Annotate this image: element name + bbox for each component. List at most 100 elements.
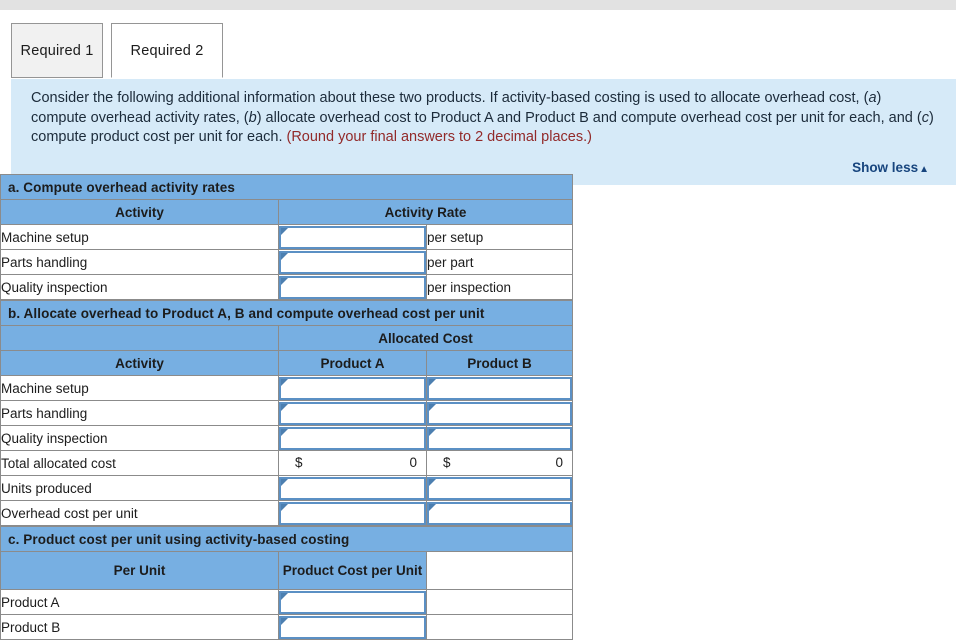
section-a-row-0-label: Machine setup bbox=[0, 224, 279, 250]
parts-handling-product-a-input[interactable] bbox=[279, 401, 426, 425]
section-b-row-1-b-cell bbox=[425, 400, 574, 426]
section-b-total-a-cell: $ 0 bbox=[278, 450, 427, 476]
table-row: Quality inspection bbox=[0, 425, 574, 451]
currency-symbol: $ bbox=[443, 454, 451, 470]
answer-sheet: a. Compute overhead activity rates Activ… bbox=[0, 174, 574, 640]
section-b-per-unit-b-cell bbox=[425, 500, 574, 526]
section-b-units-b-cell bbox=[425, 475, 574, 501]
rounding-note: (Round your final answers to 2 decimal p… bbox=[286, 129, 592, 145]
section-b-col-product-b: Product B bbox=[425, 350, 574, 376]
section-a-header-row: a. Compute overhead activity rates bbox=[0, 174, 573, 200]
section-b-blank-corner bbox=[0, 325, 279, 351]
section-a-row-1-rate-cell bbox=[278, 249, 427, 275]
units-produced-product-a-input[interactable] bbox=[279, 476, 426, 500]
section-c-row-1-label: Product B bbox=[0, 614, 279, 640]
total-allocated-product-a: $ 0 bbox=[279, 452, 426, 475]
section-a-row-1-unit: per part bbox=[426, 249, 573, 275]
section-b-col-allocated-cost: Allocated Cost bbox=[277, 325, 574, 351]
product-a-cost-per-unit-input[interactable] bbox=[279, 590, 426, 614]
total-allocated-product-b: $ 0 bbox=[427, 452, 572, 475]
section-c-empty-header-cell bbox=[426, 551, 573, 590]
section-c-col-product-cost: Product Cost per Unit bbox=[278, 551, 427, 590]
total-allocated-product-a-value: 0 bbox=[409, 454, 417, 470]
section-b-per-unit-label: Overhead cost per unit bbox=[0, 500, 279, 526]
section-c-row-0-empty-cell bbox=[426, 589, 573, 615]
section-a-row-0-unit: per setup bbox=[426, 224, 573, 250]
machine-setup-product-a-input[interactable] bbox=[279, 376, 426, 400]
section-a-column-header-row: Activity Activity Rate bbox=[0, 199, 573, 225]
section-a-col-activity-rate: Activity Rate bbox=[278, 199, 573, 225]
section-b-row-0-b-cell bbox=[425, 375, 574, 401]
section-c-column-header-row: Per Unit Product Cost per Unit bbox=[0, 551, 573, 590]
table-row: Machine setup per setup bbox=[0, 224, 573, 250]
quality-inspection-rate-input[interactable] bbox=[279, 275, 426, 299]
table-row: Parts handling bbox=[0, 400, 574, 426]
section-b-units-label: Units produced bbox=[0, 475, 279, 501]
tab-required-2-label: Required 2 bbox=[130, 42, 204, 59]
section-a-header: a. Compute overhead activity rates bbox=[0, 174, 573, 200]
show-less-link[interactable]: Show less▲ bbox=[852, 160, 929, 175]
section-c-row-1-empty-cell bbox=[426, 614, 573, 640]
show-less-label: Show less bbox=[852, 159, 919, 175]
section-b-per-unit-a-cell bbox=[278, 500, 427, 526]
section-a-row-2-unit: per inspection bbox=[426, 274, 573, 300]
instructions-italic-c: c bbox=[921, 109, 929, 126]
quality-inspection-product-a-input[interactable] bbox=[279, 426, 426, 450]
overhead-cost-per-unit-product-a-input[interactable] bbox=[279, 501, 426, 525]
overhead-cost-per-unit-product-b-input[interactable] bbox=[427, 501, 573, 525]
section-a-table: a. Compute overhead activity rates Activ… bbox=[0, 174, 573, 300]
tab-bar: Required 1 Required 2 Consider the follo… bbox=[11, 10, 956, 185]
table-row: Product B bbox=[0, 614, 573, 640]
section-a-row-2-label: Quality inspection bbox=[0, 274, 279, 300]
instructions-italic-b: b bbox=[248, 109, 257, 126]
instructions-part-3: ) allocate overhead cost to Product A an… bbox=[256, 109, 922, 126]
instructions-panel: Consider the following additional inform… bbox=[11, 78, 956, 185]
parts-handling-rate-input[interactable] bbox=[279, 250, 426, 274]
section-a-row-0-rate-cell bbox=[278, 224, 427, 250]
section-a-col-activity: Activity bbox=[0, 199, 279, 225]
top-gray-strip bbox=[0, 0, 956, 10]
section-b-row-0-label: Machine setup bbox=[0, 375, 279, 401]
total-allocated-product-b-value: 0 bbox=[555, 454, 564, 470]
section-b-row-1-label: Parts handling bbox=[0, 400, 279, 426]
tab-required-2[interactable]: Required 2 bbox=[111, 23, 223, 78]
section-b-total-b-cell: $ 0 bbox=[425, 450, 574, 476]
section-c-row-0-value-cell bbox=[278, 589, 427, 615]
section-c-row-0-label: Product A bbox=[0, 589, 279, 615]
section-b-col-product-a: Product A bbox=[278, 350, 427, 376]
instructions-part-1: Consider the following additional inform… bbox=[31, 90, 869, 106]
table-row: Total allocated cost $ 0 $ 0 bbox=[0, 450, 574, 476]
section-c-row-1-value-cell bbox=[278, 614, 427, 640]
section-b-row-2-b-cell bbox=[425, 425, 574, 451]
section-b-units-a-cell bbox=[278, 475, 427, 501]
table-row: Parts handling per part bbox=[0, 249, 573, 275]
table-row: Quality inspection per inspection bbox=[0, 274, 573, 300]
table-row: Units produced bbox=[0, 475, 574, 501]
section-c-table: c. Product cost per unit using activity-… bbox=[0, 526, 573, 640]
section-b-header: b. Allocate overhead to Product A, B and… bbox=[0, 300, 574, 326]
tab-required-1-label: Required 1 bbox=[20, 42, 94, 59]
quality-inspection-product-b-input[interactable] bbox=[427, 426, 573, 450]
machine-setup-product-b-input[interactable] bbox=[427, 376, 573, 400]
units-produced-product-b-input[interactable] bbox=[427, 476, 573, 500]
section-b-header-row: b. Allocate overhead to Product A, B and… bbox=[0, 300, 574, 326]
section-b-row-2-a-cell bbox=[278, 425, 427, 451]
section-b-col-activity: Activity bbox=[0, 350, 279, 376]
section-a-row-1-label: Parts handling bbox=[0, 249, 279, 275]
currency-symbol: $ bbox=[295, 454, 303, 470]
section-c-header-row: c. Product cost per unit using activity-… bbox=[0, 526, 573, 552]
instructions-italic-a: a bbox=[868, 90, 877, 106]
section-b-row-1-a-cell bbox=[278, 400, 427, 426]
tab-required-1[interactable]: Required 1 bbox=[11, 23, 103, 78]
section-b-table: b. Allocate overhead to Product A, B and… bbox=[0, 300, 574, 526]
product-b-cost-per-unit-input[interactable] bbox=[279, 615, 426, 639]
machine-setup-rate-input[interactable] bbox=[279, 225, 426, 249]
section-c-col-per-unit: Per Unit bbox=[0, 551, 279, 590]
instructions-text: Consider the following additional inform… bbox=[31, 89, 938, 148]
section-a-row-2-rate-cell bbox=[278, 274, 427, 300]
parts-handling-product-b-input[interactable] bbox=[427, 401, 573, 425]
section-c-header: c. Product cost per unit using activity-… bbox=[0, 526, 573, 552]
table-row: Product A bbox=[0, 589, 573, 615]
section-b-total-label: Total allocated cost bbox=[0, 450, 279, 476]
section-b-row-0-a-cell bbox=[278, 375, 427, 401]
